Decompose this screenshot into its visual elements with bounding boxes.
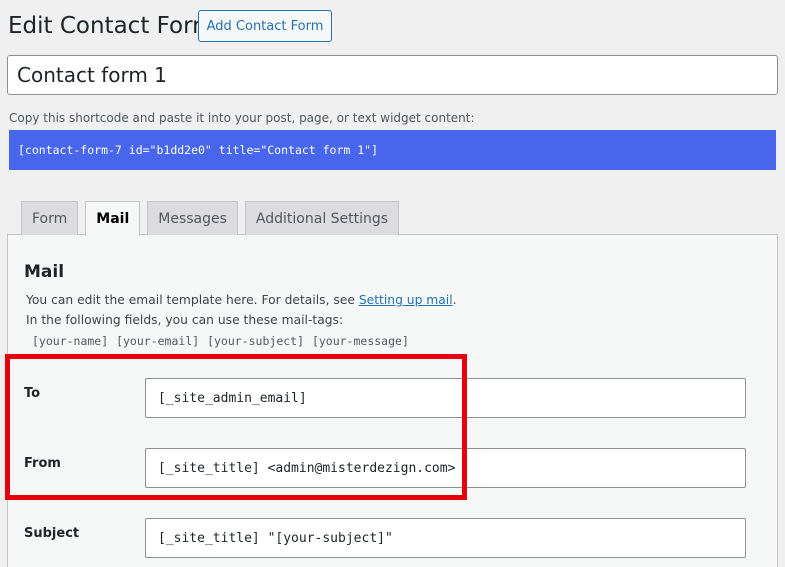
from-label: From (24, 456, 61, 471)
shortcode-label: Copy this shortcode and paste it into yo… (9, 111, 475, 125)
page-title: Edit Contact Form (8, 13, 215, 39)
to-field[interactable]: [_site_admin_email] (145, 378, 746, 418)
tab-mail[interactable]: Mail (85, 201, 141, 236)
form-title-input[interactable]: Contact form 1 (7, 55, 778, 95)
editor-tabs: Form Mail Messages Additional Settings (21, 201, 400, 236)
subject-field[interactable]: [_site_title] "[your-subject]" (145, 518, 746, 558)
mail-tags-list: [your-name] [your-email] [your-subject] … (32, 334, 409, 348)
mail-heading: Mail (24, 262, 65, 282)
tab-form[interactable]: Form (21, 201, 79, 235)
add-contact-form-button[interactable]: Add Contact Form (198, 10, 332, 42)
tab-messages[interactable]: Messages (147, 201, 238, 235)
setting-up-mail-link[interactable]: Setting up mail (359, 293, 453, 307)
mail-description-end: . (452, 293, 457, 307)
tab-additional-settings[interactable]: Additional Settings (244, 201, 400, 235)
from-field[interactable]: [_site_title] <admin@misterdezign.com> (145, 448, 746, 488)
mail-description-text: You can edit the email template here. Fo… (26, 293, 359, 307)
mail-description: You can edit the email template here. Fo… (26, 293, 457, 307)
shortcode-box[interactable]: [contact-form-7 id="b1dd2e0" title="Cont… (9, 130, 776, 170)
mail-tags-intro: In the following fields, you can use the… (26, 313, 344, 327)
to-label: To (24, 386, 41, 401)
subject-label: Subject (24, 526, 80, 541)
